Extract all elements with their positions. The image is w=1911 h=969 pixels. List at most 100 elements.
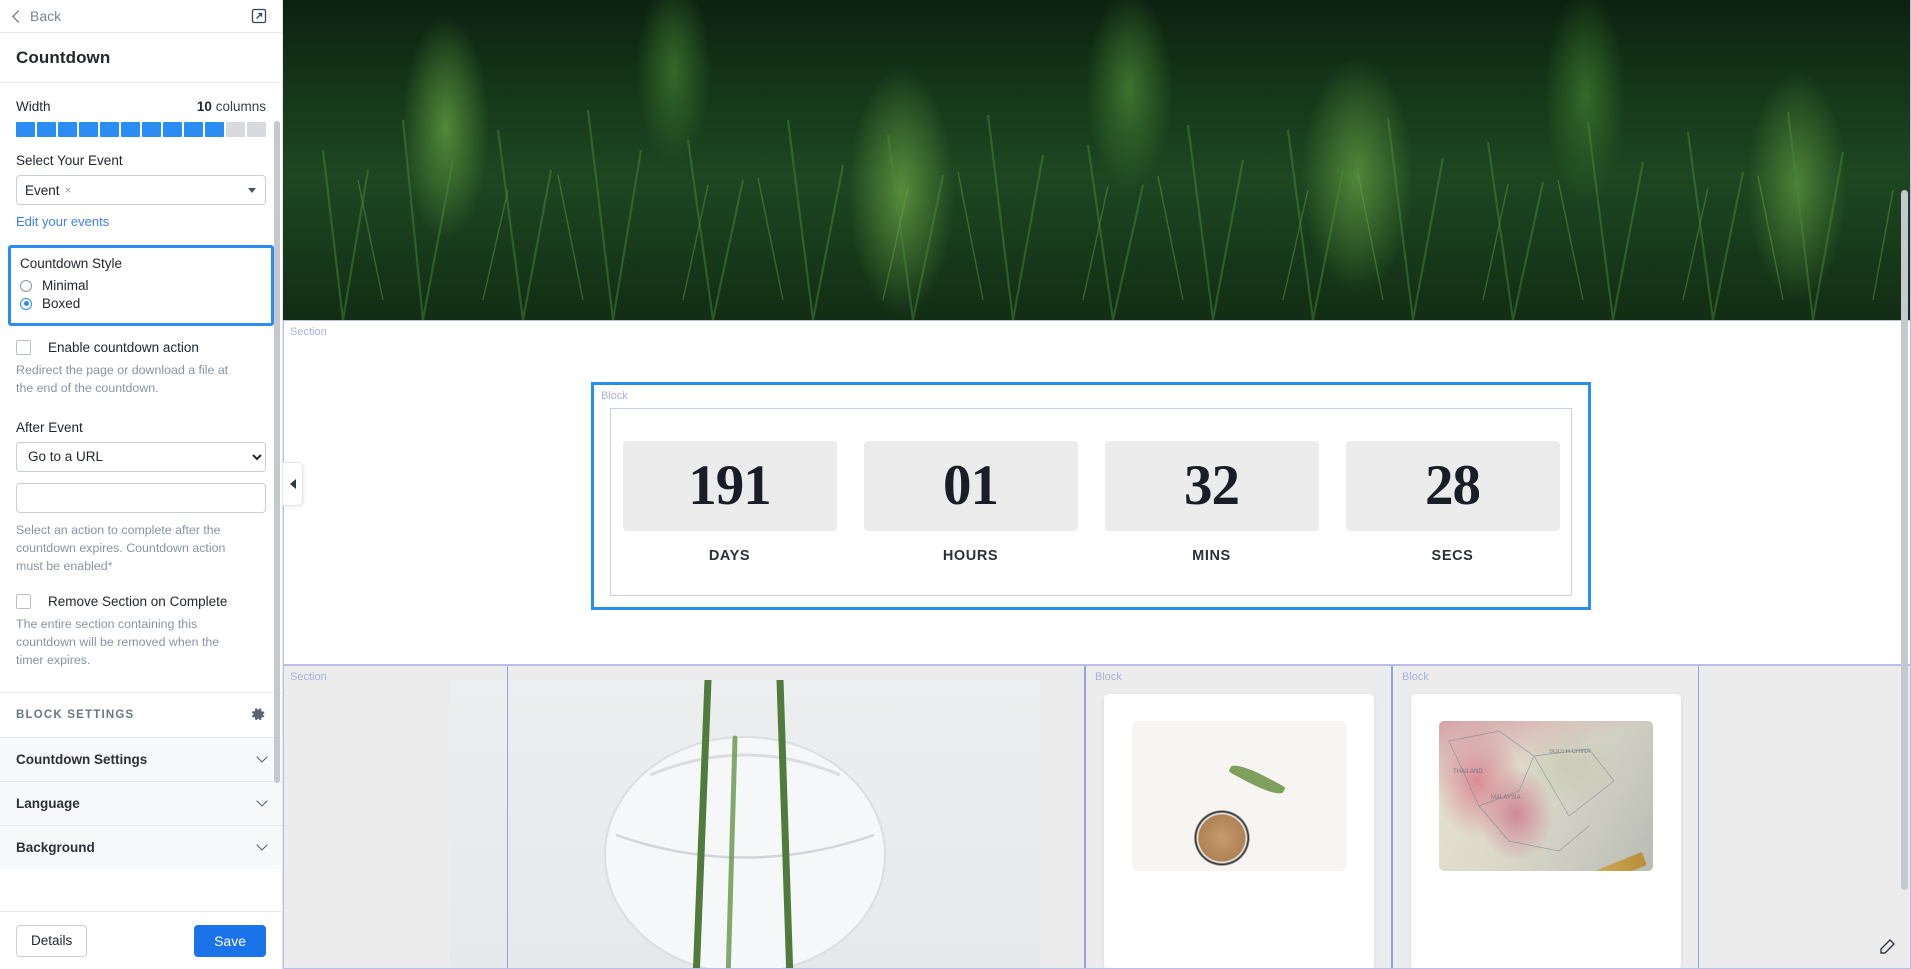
enable-countdown-action-checkbox[interactable] bbox=[16, 340, 31, 355]
radio-minimal-label: Minimal bbox=[42, 278, 89, 293]
gear-icon[interactable] bbox=[251, 707, 266, 722]
map-photo: THAILAND MALAYSIA SOUTH CHINA bbox=[1439, 721, 1653, 871]
countdown-unit-mins: 32 MINS bbox=[1104, 440, 1319, 564]
block-tag: Block bbox=[601, 390, 628, 402]
section-countdown[interactable]: Section Block 191 DAYS 01 HOURS 32 MINS 28 SECS bbox=[283, 320, 1911, 665]
countdown-unit-hours: 01 HOURS bbox=[863, 440, 1078, 564]
width-stepper[interactable] bbox=[16, 122, 266, 137]
remove-section-label: Remove Section on Complete bbox=[48, 593, 228, 609]
card-coffee[interactable] bbox=[1104, 694, 1374, 968]
radio-boxed-indicator bbox=[20, 297, 32, 310]
accordion-countdown-settings[interactable]: Countdown Settings bbox=[0, 736, 282, 781]
accordion-language[interactable]: Language bbox=[0, 780, 282, 825]
edit-events-link[interactable]: Edit your events bbox=[16, 214, 109, 229]
countdown-value-box-days: 191 bbox=[622, 440, 837, 531]
radio-minimal-indicator bbox=[20, 279, 32, 292]
accordion-language-label: Language bbox=[16, 795, 80, 811]
width-segment-1[interactable] bbox=[16, 122, 35, 137]
after-event-help: Select an action to complete after the c… bbox=[16, 522, 226, 573]
block-tag: Block bbox=[1402, 671, 1429, 683]
width-number: 10 bbox=[196, 99, 212, 114]
remove-section-row[interactable]: Remove Section on Complete bbox=[0, 593, 282, 609]
width-segment-10[interactable] bbox=[205, 122, 224, 137]
countdown-label-secs: SECS bbox=[1431, 547, 1474, 564]
map-lines: THAILAND MALAYSIA SOUTH CHINA bbox=[1448, 730, 1615, 852]
triangle-left-icon bbox=[289, 479, 296, 489]
svg-text:THAILAND: THAILAND bbox=[1453, 769, 1483, 775]
external-link-icon[interactable] bbox=[250, 7, 268, 25]
details-button[interactable]: Details bbox=[16, 924, 88, 957]
accordion-countdown-settings-label: Countdown Settings bbox=[16, 751, 148, 767]
block-settings-label: BLOCK SETTINGS bbox=[16, 708, 135, 721]
section-tag: Section bbox=[290, 671, 327, 683]
width-field: Width 10 columns bbox=[0, 83, 282, 137]
enable-countdown-action-label: Enable countdown action bbox=[48, 340, 199, 355]
width-segment-12[interactable] bbox=[247, 122, 266, 137]
card-map-image: THAILAND MALAYSIA SOUTH CHINA bbox=[1439, 721, 1653, 871]
chevron-down-icon bbox=[256, 751, 268, 764]
enable-countdown-action-row[interactable]: Enable countdown action bbox=[0, 340, 282, 355]
sidebar-topbar: Back bbox=[0, 0, 282, 33]
card-map[interactable]: THAILAND MALAYSIA SOUTH CHINA bbox=[1411, 694, 1681, 968]
page-canvas: Section Block 191 DAYS 01 HOURS 32 MINS 28 SECS… bbox=[283, 0, 1911, 969]
countdown-value-box-hours: 01 bbox=[863, 440, 1078, 531]
countdown-label-mins: MINS bbox=[1192, 547, 1231, 564]
countdown-block[interactable]: Block 191 DAYS 01 HOURS 32 MINS 28 SECS bbox=[591, 382, 1591, 610]
app-root: Back Countdown Width 10 columns Select Y… bbox=[0, 0, 1911, 969]
card-coffee-image bbox=[1132, 721, 1346, 871]
countdown-value-box-mins: 32 bbox=[1104, 440, 1319, 531]
section-tag: Section bbox=[290, 326, 327, 338]
countdown-style-group: Countdown Style Minimal Boxed bbox=[8, 245, 274, 326]
width-unit: columns bbox=[215, 99, 266, 114]
countdown-label-days: DAYS bbox=[708, 547, 751, 564]
panel-title-row: Countdown bbox=[0, 33, 282, 83]
countdown-value-mins: 32 bbox=[1184, 454, 1240, 517]
pencil-icon[interactable] bbox=[1877, 937, 1897, 957]
block-settings-header: BLOCK SETTINGS bbox=[0, 692, 282, 737]
width-value: 10 columns bbox=[197, 99, 266, 114]
radio-boxed[interactable]: Boxed bbox=[20, 296, 262, 311]
after-event-select[interactable]: Go to a URLDownload a fileShow a message bbox=[16, 441, 266, 472]
accordion-background[interactable]: Background bbox=[0, 824, 282, 869]
svg-text:MALAYSIA: MALAYSIA bbox=[1491, 795, 1521, 801]
editor-sidebar: Back Countdown Width 10 columns Select Y… bbox=[0, 0, 283, 969]
width-segment-8[interactable] bbox=[163, 122, 182, 137]
coffee-photo bbox=[1132, 721, 1346, 871]
width-segment-4[interactable] bbox=[79, 122, 98, 137]
chevron-down-icon bbox=[256, 839, 268, 852]
collapse-sidebar-handle[interactable] bbox=[283, 462, 303, 506]
event-field: Select Your Event Event × Edit your even… bbox=[0, 137, 282, 231]
countdown-style-label: Countdown Style bbox=[20, 256, 123, 271]
chevron-down-icon bbox=[256, 795, 268, 808]
sidebar-scrollbar[interactable] bbox=[274, 121, 280, 783]
page-title: Countdown bbox=[16, 47, 111, 67]
countdown-unit-secs: 28 SECS bbox=[1345, 440, 1560, 564]
block-tag: Block bbox=[1095, 671, 1122, 683]
width-row: Width 10 columns bbox=[16, 99, 266, 114]
save-button[interactable]: Save bbox=[194, 924, 266, 957]
width-segment-3[interactable] bbox=[58, 122, 77, 137]
bottom-block-left-col[interactable] bbox=[507, 666, 1085, 968]
back-button[interactable]: Back bbox=[12, 8, 61, 24]
countdown-value-box-secs: 28 bbox=[1345, 440, 1560, 531]
event-tag-label: Event bbox=[25, 182, 60, 198]
width-segment-2[interactable] bbox=[37, 122, 56, 137]
radio-minimal[interactable]: Minimal bbox=[20, 278, 262, 293]
width-segment-7[interactable] bbox=[142, 122, 161, 137]
width-segment-6[interactable] bbox=[121, 122, 140, 137]
countdown-units: 191 DAYS 01 HOURS 32 MINS 28 SECS bbox=[622, 440, 1560, 564]
width-segment-11[interactable] bbox=[226, 122, 245, 137]
remove-section-checkbox[interactable] bbox=[16, 593, 31, 609]
radio-boxed-label: Boxed bbox=[42, 296, 81, 311]
sidebar-scroll-area: Width 10 columns Select Your Event Event… bbox=[0, 83, 282, 911]
event-select[interactable]: Event × bbox=[16, 175, 266, 205]
countdown-value-days: 191 bbox=[688, 454, 771, 517]
section-bottom[interactable]: Section Block Block THAILAND MALAYSIA SO… bbox=[283, 665, 1911, 969]
width-segment-5[interactable] bbox=[100, 122, 119, 137]
width-segment-9[interactable] bbox=[184, 122, 203, 137]
canvas-scrollbar[interactable] bbox=[1901, 190, 1908, 890]
remove-tag-icon[interactable]: × bbox=[65, 183, 72, 197]
event-tag: Event × bbox=[25, 183, 72, 198]
after-event-url-input[interactable] bbox=[16, 482, 266, 513]
countdown-label-hours: HOURS bbox=[942, 547, 999, 564]
